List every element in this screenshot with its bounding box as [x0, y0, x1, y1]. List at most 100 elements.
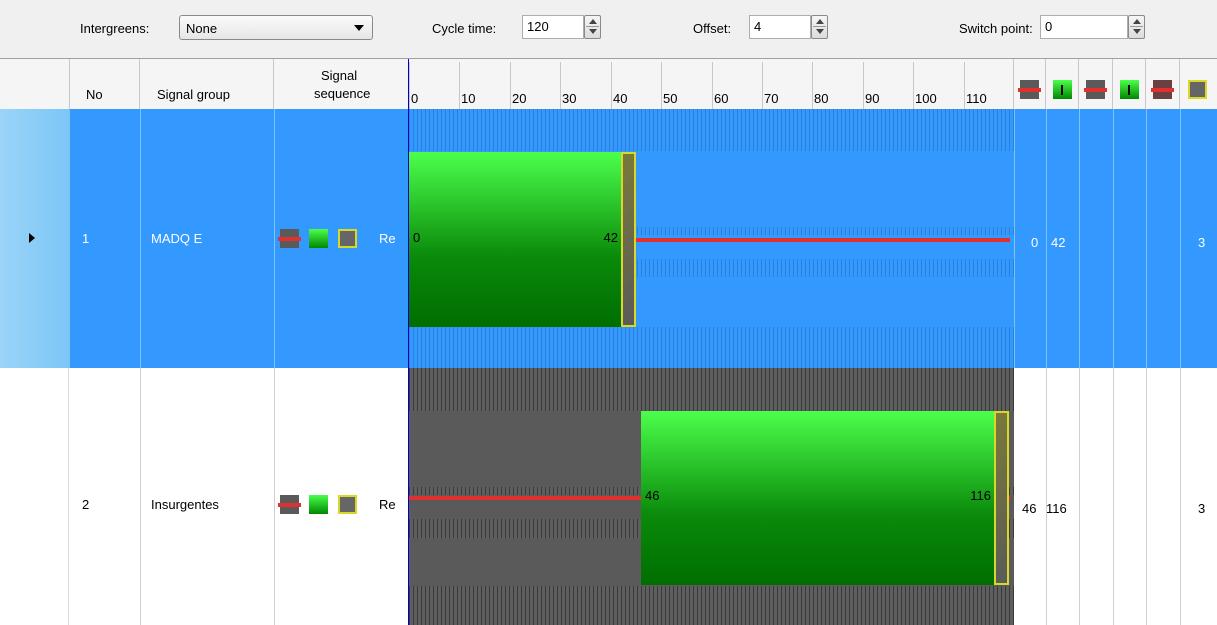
green-start-label: 46 [645, 488, 660, 503]
cycle-time-value: 120 [527, 19, 549, 34]
timeline-tick-line [611, 62, 612, 109]
spin-up-icon[interactable] [1133, 19, 1141, 24]
timeline-tick-line [409, 62, 410, 109]
timeline-tick-line [510, 62, 511, 109]
spin-up-icon[interactable] [589, 19, 597, 24]
spin-down-icon[interactable] [589, 29, 597, 34]
offset-input[interactable]: 4 [749, 15, 811, 39]
amber-phase-bar[interactable] [994, 411, 1009, 585]
green-signal-icon [1053, 80, 1072, 99]
switch-point-value: 0 [1045, 19, 1053, 34]
signal-group-name[interactable]: MADQ E [151, 231, 202, 246]
row-selector[interactable] [0, 109, 69, 368]
intergreens-dropdown[interactable]: None [179, 15, 373, 40]
row-header-corner [0, 59, 70, 109]
current-row-arrow-icon [29, 233, 35, 243]
timeline-tick-line [560, 62, 561, 109]
cycle-time-input[interactable]: 120 [522, 15, 584, 39]
column-signal-sequence-label-2: sequence [314, 86, 371, 101]
column-header-amber[interactable] [1180, 59, 1217, 109]
timeline-tick-line [459, 62, 460, 109]
amber-phase-bar[interactable] [621, 152, 636, 327]
timeline-tick-line [812, 62, 813, 109]
green-signal-icon [309, 229, 328, 251]
time-cursor [408, 59, 409, 625]
timeline-tick-label: 50 [663, 91, 678, 106]
green-signal-icon [1120, 80, 1139, 99]
green-phase-bar[interactable] [641, 411, 994, 585]
green-start-value: 42 [1051, 235, 1066, 250]
cycle-time-spinner[interactable] [584, 15, 601, 39]
column-header-green-2[interactable] [1113, 59, 1146, 109]
green-end-label: 116 [970, 488, 991, 503]
red-crossed-signal-icon [1151, 80, 1174, 99]
sequence-label: Re [379, 497, 396, 512]
red-phase-bar[interactable] [636, 238, 1010, 242]
timeline-tick-line [913, 62, 914, 109]
timeline-tick-label: 70 [764, 91, 779, 106]
column-header-green-start[interactable] [1046, 59, 1079, 109]
grid-header: No Signal group Signal sequence 0 10 20 30 4… [0, 59, 1217, 109]
column-header-no[interactable]: No [70, 59, 140, 109]
red-end-value: 0 [1031, 235, 1039, 250]
column-no-label: No [86, 87, 103, 102]
column-header-red-end[interactable] [1014, 59, 1046, 109]
amber-signal-icon [338, 495, 357, 517]
offset-value: 4 [754, 19, 762, 34]
timeline-tick-label: 90 [865, 91, 880, 106]
signal-timeline[interactable]: 46 116 [409, 368, 1014, 625]
timeline-tick-label: 0 [411, 91, 419, 106]
column-header-signal-group[interactable]: Signal group [140, 59, 274, 109]
timeline-tick-line [712, 62, 713, 109]
column-signal-group-label: Signal group [157, 87, 230, 102]
row-selector[interactable] [0, 368, 69, 625]
red-signal-icon [1018, 80, 1041, 99]
timeline-tick-label: 60 [714, 91, 729, 106]
column-header-red-crossed[interactable] [1146, 59, 1180, 109]
column-header-red-2[interactable] [1079, 59, 1113, 109]
green-phase-bar[interactable] [409, 152, 621, 327]
timeline-tick-label: 110 [966, 91, 987, 106]
timeline-tick-label: 100 [915, 91, 937, 106]
table-row[interactable]: 1 MADQ E Re 0 42 0 42 3 [0, 109, 1217, 368]
switch-point-input[interactable]: 0 [1040, 15, 1128, 39]
intergreens-value: None [186, 21, 218, 36]
cycle-time-label: Cycle time: [432, 21, 497, 36]
red-phase-bar[interactable] [1009, 496, 1010, 500]
timeline-tick-label: 40 [613, 91, 628, 106]
green-end-label: 42 [603, 230, 618, 245]
green-start-value: 116 [1046, 501, 1067, 516]
timeline-tick-label: 30 [562, 91, 577, 106]
green-signal-icon [309, 495, 328, 517]
red-signal-icon [278, 229, 301, 251]
signal-group-name[interactable]: Insurgentes [151, 497, 219, 512]
signal-grid: No Signal group Signal sequence 0 10 20 30 4… [0, 58, 1217, 625]
red-phase-bar[interactable] [409, 496, 641, 500]
red-signal-icon [278, 495, 301, 517]
column-header-timeline[interactable]: 0 10 20 30 40 50 60 70 80 90 100 110 [409, 59, 1014, 109]
amber-duration-value: 3 [1198, 501, 1206, 516]
red-end-value: 46 [1022, 501, 1037, 516]
offset-label: Offset: [693, 21, 732, 36]
row-no: 1 [82, 231, 90, 246]
spin-down-icon[interactable] [816, 29, 824, 34]
timeline-tick-line [661, 62, 662, 109]
switch-point-spinner[interactable] [1128, 15, 1145, 39]
timeline-tick-label: 10 [461, 91, 476, 106]
timeline-tick-line [863, 62, 864, 109]
intergreens-label: Intergreens: [80, 21, 150, 36]
table-row[interactable]: 2 Insurgentes Re 46 116 46 116 3 [0, 368, 1217, 625]
green-start-label: 0 [413, 230, 421, 245]
amber-signal-icon [338, 229, 357, 251]
amber-duration-value: 3 [1198, 235, 1206, 250]
toolbar: Intergreens: None Cycle time: 120 Offset… [0, 0, 1217, 58]
amber-signal-icon [1188, 80, 1207, 99]
spin-up-icon[interactable] [816, 19, 824, 24]
column-header-signal-sequence[interactable]: Signal sequence [274, 59, 409, 109]
offset-spinner[interactable] [811, 15, 828, 39]
chevron-down-icon [354, 25, 364, 31]
spin-down-icon[interactable] [1133, 29, 1141, 34]
signal-timeline[interactable]: 0 42 [409, 109, 1014, 368]
timeline-tick-label: 80 [814, 91, 829, 106]
timeline-tick-line [762, 62, 763, 109]
